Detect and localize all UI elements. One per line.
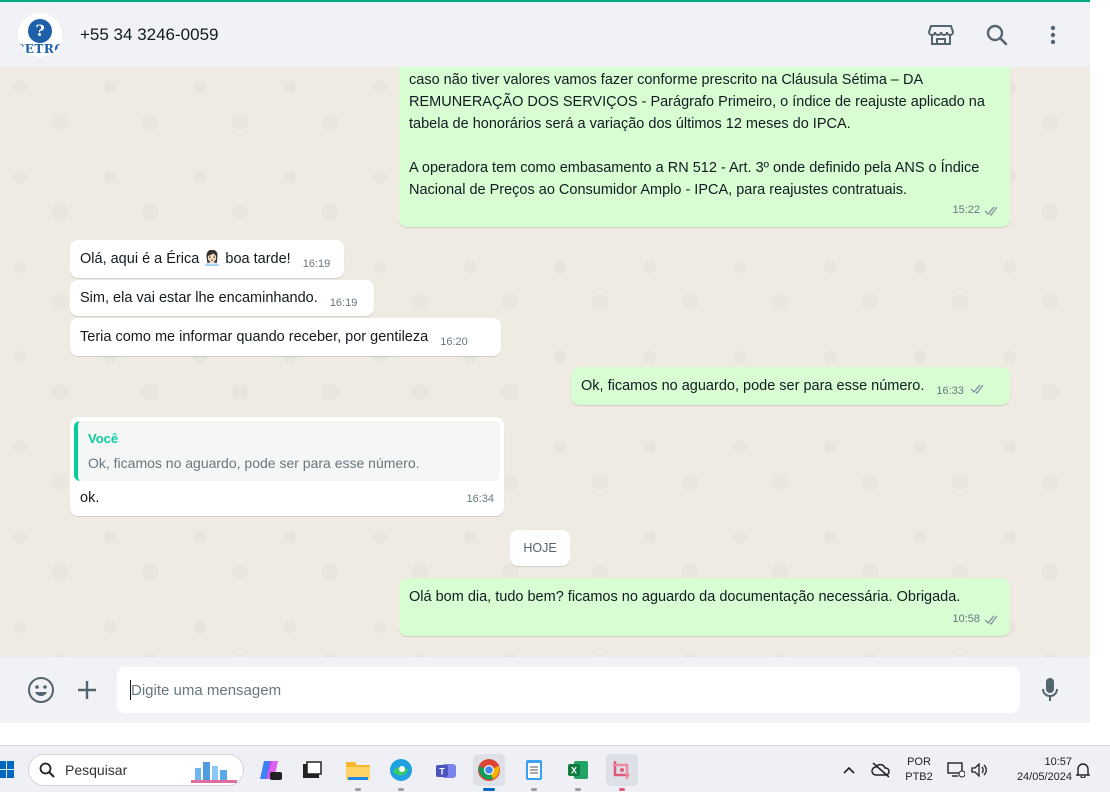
svg-text:T: T bbox=[439, 767, 445, 777]
speaker-icon[interactable] bbox=[971, 763, 987, 777]
message-text: Ok, ficamos no aguardo, pode ser para es… bbox=[581, 378, 925, 394]
message-input[interactable] bbox=[117, 667, 1020, 713]
notepad-icon bbox=[526, 760, 542, 780]
message-time: 16:19 bbox=[302, 258, 331, 270]
snipping-tool-icon bbox=[613, 761, 629, 779]
quoted-message[interactable]: Você Ok, ficamos no aguardo, pode ser pa… bbox=[74, 421, 500, 481]
search-highlight-city-icon bbox=[191, 762, 237, 783]
clock[interactable]: 10:57 24/05/2024 bbox=[1000, 755, 1072, 785]
message-outgoing[interactable]: caso não tiver valores vamos fazer confo… bbox=[399, 67, 1010, 227]
message-text: Olá bom dia, tudo bem? ficamos no aguard… bbox=[409, 589, 961, 605]
avatar-logo-icon: ? bbox=[28, 18, 52, 43]
message-time: 10:58 bbox=[952, 613, 980, 625]
contact-avatar[interactable]: ? CETRO bbox=[18, 12, 62, 57]
avatar-logo-text: CETRO bbox=[18, 41, 62, 56]
cloud-offline-icon[interactable] bbox=[871, 762, 891, 778]
taskbar-teams[interactable]: T bbox=[430, 754, 462, 786]
taskbar-excel[interactable]: X bbox=[562, 754, 594, 791]
message-text: Teria como me informar quando receber, p… bbox=[80, 329, 429, 345]
chat-header: ? CETRO +55 34 3246-0059 bbox=[0, 0, 1090, 67]
excel-icon: X bbox=[568, 761, 588, 779]
copilot-icon bbox=[260, 761, 282, 780]
chrome-browser-icon bbox=[478, 759, 500, 781]
message-incoming[interactable]: Sim, ela vai estar lhe encaminhando. 16:… bbox=[70, 280, 374, 316]
chat-messages-area[interactable]: caso não tiver valores vamos fazer confo… bbox=[0, 67, 1090, 657]
message-text: ok. bbox=[80, 490, 100, 506]
woman-office-worker-emoji-icon: 👩🏻‍💼 bbox=[203, 251, 222, 267]
quote-author: Você bbox=[88, 431, 119, 446]
window-edge bbox=[0, 723, 1110, 745]
message-outgoing[interactable]: Ok, ficamos no aguardo, pode ser para es… bbox=[571, 367, 1010, 405]
search-icon[interactable] bbox=[982, 20, 1012, 50]
svg-text:X: X bbox=[571, 766, 577, 776]
windows-taskbar: Pesquisar T X POR PTB2 10:57 24/05/2024 bbox=[0, 745, 1110, 792]
taskbar-chrome[interactable] bbox=[473, 754, 505, 791]
edge-browser-icon bbox=[390, 759, 412, 781]
message-text: Olá, aqui é a Érica bbox=[80, 251, 200, 267]
taskbar-edge[interactable] bbox=[385, 754, 417, 791]
windows-start-icon[interactable] bbox=[0, 760, 14, 780]
message-outgoing[interactable]: Olá bom dia, tudo bem? ficamos no aguard… bbox=[399, 578, 1010, 636]
taskbar-file-explorer[interactable] bbox=[342, 754, 374, 791]
message-text: boa tarde! bbox=[221, 251, 291, 267]
network-icon[interactable] bbox=[947, 762, 965, 778]
folder-icon bbox=[346, 762, 370, 780]
message-time: 15:22 bbox=[952, 204, 980, 216]
search-icon bbox=[39, 762, 55, 778]
menu-kebab-icon[interactable] bbox=[1038, 20, 1068, 50]
message-composer bbox=[0, 657, 1090, 723]
teams-icon: T bbox=[436, 764, 456, 778]
taskbar-task-view[interactable] bbox=[296, 754, 328, 786]
input-language[interactable]: POR PTB2 bbox=[903, 755, 935, 785]
message-incoming[interactable]: Olá, aqui é a Érica 👩🏻‍💼 boa tarde! 16:19 bbox=[70, 240, 344, 278]
message-text: A operadora tem como embasamento a RN 51… bbox=[409, 160, 980, 198]
attach-plus-icon[interactable] bbox=[72, 675, 102, 705]
taskbar-search[interactable]: Pesquisar bbox=[28, 754, 244, 786]
contact-name[interactable]: +55 34 3246-0059 bbox=[80, 25, 219, 45]
message-incoming-reply[interactable]: Você Ok, ficamos no aguardo, pode ser pa… bbox=[70, 417, 504, 516]
double-check-icon bbox=[970, 384, 984, 395]
notification-bell-icon[interactable] bbox=[1076, 762, 1090, 778]
microphone-icon[interactable] bbox=[1035, 675, 1065, 705]
message-text: Sim, ela vai estar lhe encaminhando. bbox=[80, 290, 318, 306]
quote-text: Ok, ficamos no aguardo, pode ser para es… bbox=[88, 455, 420, 471]
double-check-icon bbox=[984, 615, 998, 625]
chevron-up-icon[interactable] bbox=[843, 765, 855, 775]
window-edge bbox=[1090, 0, 1110, 745]
text-caret bbox=[130, 680, 131, 700]
taskbar-notepad[interactable] bbox=[518, 754, 550, 791]
taskbar-copilot[interactable] bbox=[254, 754, 286, 786]
message-time: 16:34 bbox=[466, 493, 494, 505]
double-check-icon bbox=[984, 206, 998, 216]
catalog-store-icon[interactable] bbox=[926, 20, 956, 50]
emoji-icon[interactable] bbox=[26, 675, 56, 705]
message-text: caso não tiver valores vamos fazer confo… bbox=[409, 72, 985, 132]
message-time: 16:19 bbox=[329, 297, 358, 309]
message-time: 16:33 bbox=[936, 385, 964, 397]
message-incoming[interactable]: Teria como me informar quando receber, p… bbox=[70, 318, 501, 356]
task-view-icon bbox=[303, 761, 322, 778]
message-time: 16:20 bbox=[440, 336, 468, 348]
search-label: Pesquisar bbox=[65, 762, 128, 778]
taskbar-snipping-tool[interactable] bbox=[606, 754, 638, 791]
date-divider: HOJE bbox=[510, 530, 570, 566]
